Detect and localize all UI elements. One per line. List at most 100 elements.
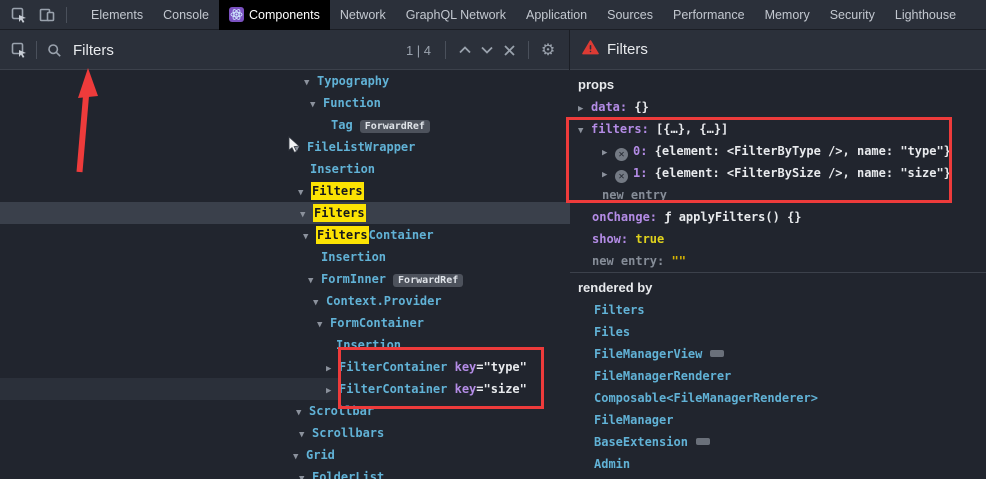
expand-arrow-icon[interactable]: ▼ [317, 314, 330, 336]
search-divider [528, 41, 529, 59]
tree-row[interactable]: ▼Scrollbar [0, 400, 570, 422]
tab-sources[interactable]: Sources [597, 0, 663, 30]
search-icon [45, 41, 63, 59]
expand-arrow-icon[interactable]: ▼ [294, 138, 307, 160]
tree-row[interactable]: ▼FormContainer [0, 312, 570, 334]
expand-arrow-icon[interactable]: ▶ [326, 358, 339, 380]
tree-row[interactable]: ▼Function [0, 92, 570, 114]
tree-row[interactable]: ▼FileListWrapper [0, 136, 570, 158]
toolbar-divider [66, 7, 67, 23]
tree-row[interactable]: ▼Context.Provider [0, 290, 570, 312]
tree-row[interactable]: ▶FilterContainer key="size" [0, 378, 570, 400]
expand-arrow-icon[interactable]: ▼ [310, 94, 323, 116]
tree-row[interactable]: ▼Typography [0, 70, 570, 92]
expand-arrow-icon[interactable]: ▶ [578, 98, 591, 120]
tree-row[interactable]: ▼Filters [0, 180, 570, 202]
expand-arrow-icon[interactable]: ▼ [303, 226, 316, 248]
chevron-down-icon[interactable] [476, 39, 498, 61]
props-section-header: props [570, 74, 986, 96]
expand-arrow-icon[interactable]: ▼ [299, 424, 312, 446]
rendered-by-item[interactable]: Admin [570, 453, 986, 475]
device-toolbar-icon[interactable] [38, 6, 56, 24]
expand-arrow-icon[interactable]: ▼ [308, 270, 321, 292]
expand-arrow-icon[interactable]: ▼ [300, 204, 313, 226]
search-input[interactable]: Filters [73, 42, 114, 59]
tab-strip: ElementsConsoleComponentsNetworkGraphQL … [81, 0, 966, 30]
gear-icon[interactable]: ⚙ [537, 39, 559, 61]
prop-row[interactable]: show: true [570, 228, 986, 250]
tree-row[interactable]: Insertion [0, 246, 570, 268]
rendered-by-item[interactable]: FileManagerRenderer [570, 365, 986, 387]
expand-arrow-icon[interactable]: ▼ [293, 446, 306, 468]
component-tree: ▼Typography▼FunctionTagForwardRef▼FileLi… [0, 70, 570, 479]
expand-arrow-icon[interactable]: ▼ [304, 72, 317, 94]
rendered-by-list: FiltersFilesFileManagerViewFileManagerRe… [570, 299, 986, 475]
delete-entry-icon[interactable]: ✕ [615, 170, 628, 183]
react-devtools-icon [229, 7, 244, 22]
prop-row[interactable]: new entry: "" [570, 250, 986, 272]
close-icon[interactable] [498, 39, 520, 61]
component-search-bar: Filters 1 | 4 ⚙ [0, 30, 570, 70]
rendered-by-item[interactable]: FileManager [570, 409, 986, 431]
tab-security[interactable]: Security [820, 0, 885, 30]
expand-arrow-icon[interactable]: ▼ [578, 120, 591, 142]
prop-row[interactable]: ▶data: {} [570, 96, 986, 118]
tree-row[interactable]: ▼FolderList [0, 466, 570, 479]
props-list: ▶data: {}▼filters: [{…}, {…}]▶✕0: {eleme… [570, 96, 986, 272]
chevron-up-icon[interactable] [454, 39, 476, 61]
prop-row[interactable]: ▶✕1: {element: <FilterBySize />, name: "… [570, 162, 986, 184]
search-divider [36, 41, 37, 59]
expand-arrow-icon[interactable]: ▶ [602, 164, 615, 186]
selected-component-header: Filters [570, 30, 986, 69]
tab-lighthouse[interactable]: Lighthouse [885, 0, 966, 30]
rendered-by-header: rendered by [570, 277, 986, 299]
expand-arrow-icon[interactable]: ▼ [298, 182, 311, 204]
expand-arrow-icon[interactable]: ▼ [313, 292, 326, 314]
tab-components[interactable]: Components [219, 0, 330, 30]
tab-network[interactable]: Network [330, 0, 396, 30]
tree-row[interactable]: ▶FilterContainer key="type" [0, 356, 570, 378]
tree-row[interactable]: Insertion [0, 334, 570, 356]
forwardref-badge: ForwardRef [360, 120, 430, 133]
tree-row[interactable]: Insertion [0, 158, 570, 180]
rendered-by-item[interactable]: Composable<FileManagerRenderer> [570, 387, 986, 409]
inspect-icon[interactable] [10, 6, 28, 24]
tab-application[interactable]: Application [516, 0, 597, 30]
devtools-tabbar: ElementsConsoleComponentsNetworkGraphQL … [0, 0, 986, 30]
suffix-badge [696, 438, 710, 445]
search-divider [445, 41, 446, 59]
tab-graphql-network[interactable]: GraphQL Network [396, 0, 516, 30]
search-match-count: 1 | 4 [406, 43, 431, 58]
rendered-by-item[interactable]: Filters [570, 299, 986, 321]
rendered-by-item[interactable]: FileManagerView [570, 343, 986, 365]
prop-row[interactable]: ▶✕0: {element: <FilterByType />, name: "… [570, 140, 986, 162]
component-details-panel: props ▶data: {}▼filters: [{…}, {…}]▶✕0: … [570, 70, 986, 479]
error-triangle-icon [582, 40, 599, 60]
delete-entry-icon[interactable]: ✕ [615, 148, 628, 161]
suffix-badge [710, 350, 724, 357]
selected-component-title: Filters [607, 41, 648, 58]
tree-row[interactable]: ▼Scrollbars [0, 422, 570, 444]
expand-arrow-icon[interactable]: ▼ [296, 402, 309, 424]
tree-row[interactable]: TagForwardRef [0, 114, 570, 136]
expand-arrow-icon[interactable]: ▼ [299, 468, 312, 479]
section-divider [570, 272, 986, 273]
inspect-component-icon[interactable] [10, 41, 28, 59]
tab-elements[interactable]: Elements [81, 0, 153, 30]
forwardref-badge: ForwardRef [393, 274, 463, 287]
tab-console[interactable]: Console [153, 0, 219, 30]
prop-row[interactable]: onChange: ƒ applyFilters() {} [570, 206, 986, 228]
prop-row[interactable]: ▼filters: [{…}, {…}] [570, 118, 986, 140]
tab-performance[interactable]: Performance [663, 0, 755, 30]
tree-row[interactable]: ▼FiltersContainer [0, 224, 570, 246]
tab-memory[interactable]: Memory [755, 0, 820, 30]
expand-arrow-icon[interactable]: ▶ [326, 380, 339, 402]
tree-row[interactable]: ▼FormInnerForwardRef [0, 268, 570, 290]
tree-row[interactable]: ▼Filters [0, 202, 570, 224]
rendered-by-item[interactable]: BaseExtension [570, 431, 986, 453]
toolbar-icons [0, 6, 77, 24]
tree-row[interactable]: ▼Grid [0, 444, 570, 466]
prop-row[interactable]: new entry [570, 184, 986, 206]
expand-arrow-icon[interactable]: ▶ [602, 142, 615, 164]
rendered-by-item[interactable]: Files [570, 321, 986, 343]
